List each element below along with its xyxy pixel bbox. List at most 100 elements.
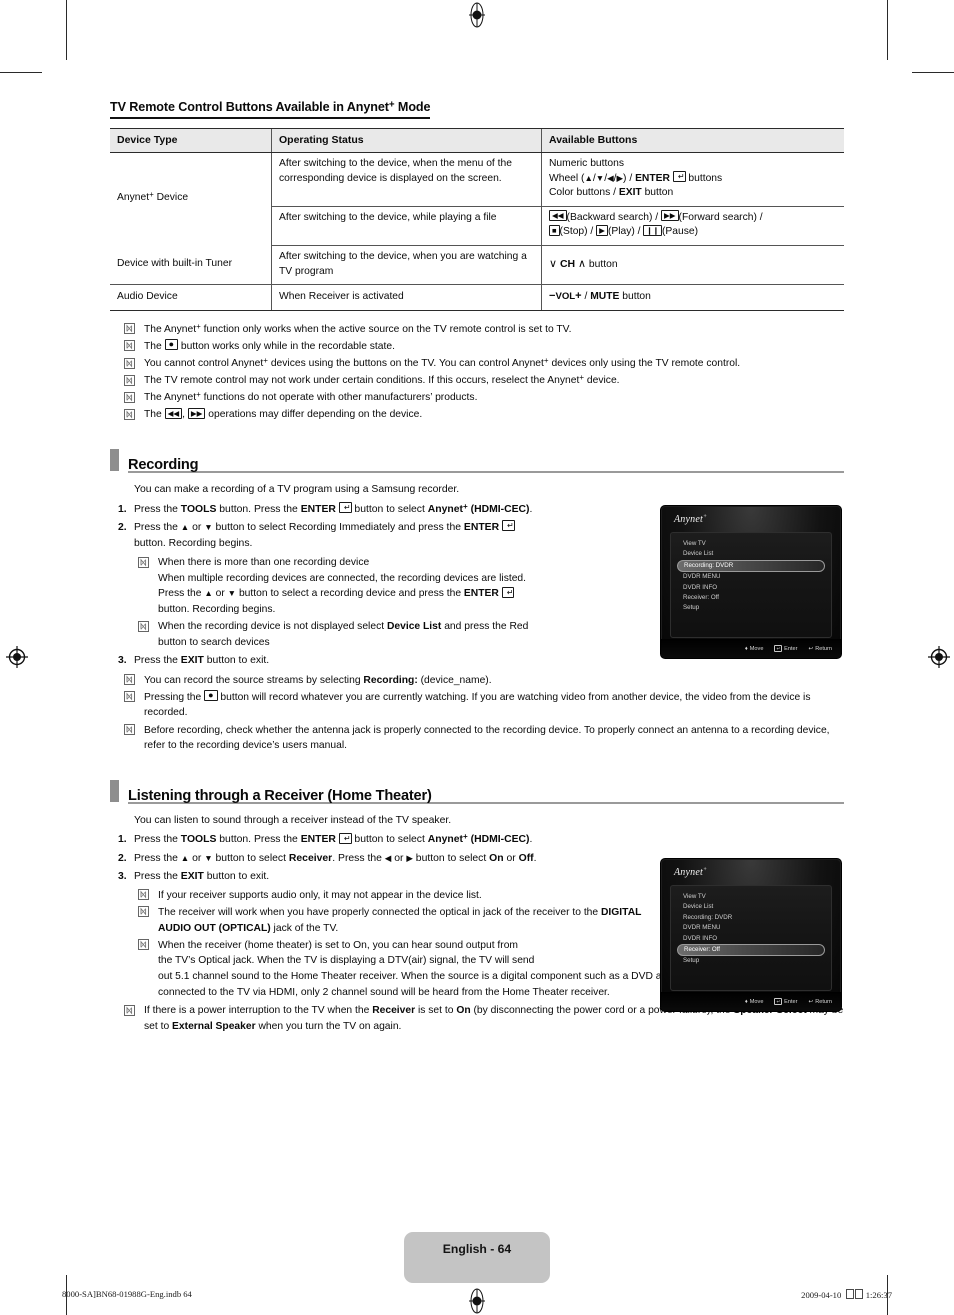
section-title: Listening through a Receiver (Home Theat… (128, 785, 844, 804)
note-text: Before recording, check whether the ante… (144, 724, 830, 752)
note-text: The ● button works only while in the rec… (144, 339, 395, 352)
step-number: 1. (118, 834, 127, 846)
note-icon (124, 674, 135, 686)
registration-mark-bottom-icon (464, 1288, 490, 1314)
menu-item-dvdr-info[interactable]: DVDR INFO (679, 583, 825, 593)
note-item: When there is more than one recording de… (110, 555, 646, 618)
note-icon (124, 357, 135, 369)
note-icon (124, 391, 135, 403)
note-text: If your receiver supports audio only, it… (158, 889, 482, 901)
footer-enter: ↵ Enter (774, 645, 798, 652)
menu-item-device-list[interactable]: Device List (679, 549, 825, 559)
recording-step-2: 2. Press the ▲ or ▼ button to select Rec… (110, 520, 646, 552)
buttons-line-wheel: Wheel (▲/▼/◀/▶) / ENTER ↵ buttons (549, 171, 723, 184)
crop-mark-left (0, 72, 42, 73)
cell-buttons-playing-file: ◀◀ (Backward search) / ▶▶ (Forward search)… (541, 206, 844, 246)
menu-item-recording[interactable]: Recording: DVDR (677, 559, 825, 573)
menu-item-dvdr-info[interactable]: DVDR INFO (679, 934, 825, 944)
cell-buttons-channel: ∨ CH ∧ button (541, 245, 844, 286)
note-item: You cannot control Anynet+ devices using… (110, 356, 844, 372)
note-item: The Anynet+ function only works when the… (110, 322, 844, 338)
step-text: Press the TOOLS button. Press the ENTER … (134, 832, 533, 846)
mute-label: MUTE (590, 291, 620, 303)
menu-item-device-list[interactable]: Device List (679, 902, 825, 912)
cell-buttons-volume: −VOL+ / MUTE button (541, 284, 844, 311)
chevron-down-icon: ∨ (549, 257, 558, 270)
note-text: The ◀◀, ▶▶ operations may differ dependi… (144, 407, 423, 421)
section-header-receiver: Listening through a Receiver (Home Theat… (110, 779, 844, 804)
missing-glyph (855, 1289, 864, 1299)
move-icon: ♦ (744, 998, 748, 1005)
buttons-line-color: Color buttons / EXIT button (549, 187, 674, 199)
note-item: The TV remote control may not work under… (110, 373, 844, 389)
note-text: The Anynet+ function only works when the… (144, 321, 572, 335)
step-number: 3. (118, 870, 127, 882)
receiver-step-3: 3. Press the EXIT button to exit. (110, 869, 646, 885)
footer-return: ↩ Return (808, 998, 832, 1005)
note-icon (124, 340, 135, 352)
enter-key-icon: ↵ (501, 586, 515, 598)
page-number-badge: English - 64 (404, 1232, 550, 1283)
tv-screenshot-recording: Anynet+ View TV Device List Recording: D… (660, 505, 842, 659)
page-number-label: English - 64 (442, 1242, 512, 1256)
menu-item-view-tv[interactable]: View TV (679, 539, 825, 549)
cell-device-audio: Audio Device (110, 284, 272, 311)
rewind-icon: ◀◀ (549, 210, 567, 222)
crop-mark-top-right (887, 0, 888, 60)
table-header-row: Device Type Operating Status Available B… (110, 128, 844, 153)
fast-forward-icon: ▶▶ (660, 210, 679, 222)
table-row: Audio Device When Receiver is activated … (110, 284, 844, 311)
page-title: TV Remote Control Buttons Available in A… (110, 100, 431, 119)
button-word: button (588, 258, 618, 270)
menu-item-setup[interactable]: Setup (679, 956, 825, 966)
anynet-logo: Anynet+ (674, 867, 708, 878)
menu-item-receiver[interactable]: Receiver: Off (677, 943, 825, 957)
footer-timestamp: 2009-04-10 1:26:37 (801, 1289, 892, 1300)
menu-item-view-tv[interactable]: View TV (679, 892, 825, 902)
table-row: Anynet+ Device After switching to the de… (110, 152, 844, 207)
crop-mark-top-left (66, 0, 67, 60)
menu-item-setup[interactable]: Setup (679, 603, 825, 613)
recording-lead: You can make a recording of a TV program… (134, 484, 460, 496)
menu-panel: View TV Device List Recording: DVDR DVDR… (670, 532, 832, 638)
cell-device-builtin-tuner: Device with built-in Tuner (110, 245, 272, 286)
note-item: The ◀◀, ▶▶ operations may differ dependi… (110, 407, 844, 423)
step-text: Press the ▲ or ▼ button to select Record… (134, 520, 515, 549)
cell-device-anynet: Anynet+ Device (117, 190, 189, 204)
buttons-line-numeric: Numeric buttons (549, 157, 624, 169)
crop-mark-right (912, 72, 954, 73)
table-row: Device with built-in Tuner After switchi… (110, 245, 844, 286)
remote-buttons-table: Device Type Operating Status Available B… (110, 128, 844, 311)
anynet-menu-screen: Anynet+ View TV Device List Recording: D… (660, 858, 842, 1012)
note-text: When there is more than one recording de… (158, 555, 646, 618)
receiver-step-2: 2. Press the ▲ or ▼ button to select Rec… (110, 851, 646, 867)
menu-item-recording[interactable]: Recording: DVDR (679, 913, 825, 923)
recording-step2-notes: When there is more than one recording de… (110, 555, 646, 650)
note-text: The receiver will work when you have pro… (158, 906, 642, 934)
buttons-line-search: ◀◀ (Backward search) / ▶▶ (Forward search)… (549, 210, 838, 226)
note-item: The receiver will work when you have pro… (110, 905, 646, 936)
note-line: When multiple recording devices are conn… (158, 572, 527, 584)
note-item: You can record the source streams by sel… (110, 673, 844, 689)
cell-status-playing-file: After switching to the device, while pla… (271, 206, 542, 246)
enter-key-icon: ↵ (774, 645, 783, 652)
note-line: Press the ▲ or ▼ button to select a reco… (158, 586, 515, 600)
menu-item-dvdr-menu[interactable]: DVDR MENU (679, 572, 825, 582)
note-icon (138, 939, 149, 951)
missing-glyph (846, 1289, 855, 1299)
recording-end-notes: You can record the source streams by sel… (110, 673, 844, 754)
receiver-lead: You can listen to sound through a receiv… (134, 814, 452, 826)
note-item: The Anynet+ functions do not operate wit… (110, 390, 844, 406)
enter-key-icon: ↵ (672, 171, 686, 183)
cell-status-menu-displayed: After switching to the device, when the … (271, 152, 542, 207)
menu-item-dvdr-menu[interactable]: DVDR MENU (679, 923, 825, 933)
plus-icon: + (575, 290, 582, 303)
cell-buttons-menu-displayed: Numeric buttons Wheel (▲/▼/◀/▶) / ENTER … (541, 152, 844, 207)
menu-item-receiver[interactable]: Receiver: Off (679, 593, 825, 603)
note-line: When the recording device is not display… (158, 621, 529, 633)
tv-screenshot-receiver: Anynet+ View TV Device List Recording: D… (660, 858, 842, 1012)
recording-step-3: 3. Press the EXIT button to exit. (110, 653, 646, 669)
note-icon (124, 409, 135, 420)
note-line: button. Recording begins. (158, 604, 276, 616)
menu-panel: View TV Device List Recording: DVDR DVDR… (670, 885, 832, 991)
